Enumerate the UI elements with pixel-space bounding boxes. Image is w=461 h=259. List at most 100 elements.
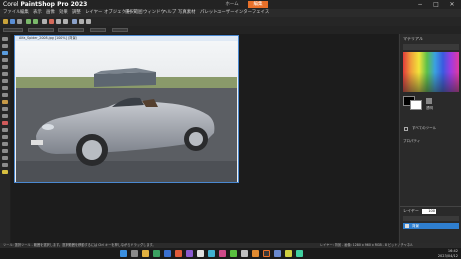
zoom-icon[interactable]	[72, 19, 77, 24]
app-icon-d[interactable]	[208, 250, 215, 257]
straighten-tool-icon[interactable]	[2, 79, 8, 83]
minimize-button[interactable]: −	[412, 0, 428, 9]
paint-brush-icon[interactable]	[2, 121, 8, 125]
open-icon[interactable]	[3, 19, 8, 24]
title-bar: Corel PaintShop Pro 2023 ホーム 編集 − □ ✕	[0, 0, 461, 9]
pen-tool-icon[interactable]	[2, 163, 8, 167]
print-icon[interactable]	[17, 19, 22, 24]
layer-row-background[interactable]: 背景	[403, 223, 459, 229]
eraser-icon[interactable]	[2, 135, 8, 139]
tool-options-bar	[0, 26, 461, 34]
close-button[interactable]: ✕	[444, 0, 460, 9]
mode-dropdown[interactable]	[58, 28, 84, 32]
car-photo	[16, 41, 237, 182]
paintshop-taskbar-icon[interactable]	[263, 250, 270, 257]
image-window[interactable]: Alfa_Spider_2008.jpg [100%] (背景)	[14, 35, 239, 183]
crop-icon[interactable]	[42, 19, 47, 24]
search-icon[interactable]	[131, 250, 138, 257]
transparent-label: 透明	[426, 106, 433, 110]
tab-home[interactable]: ホーム	[218, 1, 246, 8]
ruler-icon[interactable]	[86, 19, 91, 24]
clock-date: 2023/04/12	[437, 253, 458, 258]
app-icon-g[interactable]	[241, 250, 248, 257]
app-icon-i[interactable]	[274, 250, 281, 257]
all-tools-checkbox[interactable]	[404, 127, 408, 131]
menu-palettes[interactable]: パレット	[200, 9, 218, 17]
all-tools-label: すべてのツール	[412, 126, 437, 130]
layers-title: レイヤー	[403, 208, 419, 213]
smudge-tool-icon[interactable]	[2, 114, 8, 118]
resize-icon[interactable]	[56, 19, 61, 24]
app-brand: Corel PaintShop Pro 2023	[3, 1, 87, 8]
clone-brush-icon[interactable]	[2, 100, 8, 104]
tab-edit[interactable]: 編集	[248, 1, 268, 8]
zoom-tool-icon[interactable]	[2, 44, 8, 48]
photo-canvas[interactable]	[16, 41, 237, 182]
makeover-tool-icon[interactable]	[2, 93, 8, 97]
properties-label: プロパティ	[403, 139, 421, 143]
red-eye-tool-icon[interactable]	[2, 86, 8, 90]
app-icon-b[interactable]	[186, 250, 193, 257]
pan-tool-icon[interactable]	[2, 37, 8, 41]
background-color[interactable]	[410, 100, 422, 110]
crop-tool-icon[interactable]	[2, 72, 8, 76]
maximize-button[interactable]: □	[428, 0, 444, 9]
grid-icon[interactable]	[79, 19, 84, 24]
save-icon[interactable]	[10, 19, 15, 24]
pick-tool-icon[interactable]	[2, 58, 8, 62]
rotate-icon[interactable]	[63, 19, 68, 24]
feather-field[interactable]	[90, 28, 106, 32]
menu-user-interface[interactable]: ユーザーインターフェイス	[217, 9, 269, 17]
menu-adjust[interactable]: 調整	[72, 9, 81, 17]
edge-icon[interactable]	[153, 250, 160, 257]
selection-tool-icon[interactable]	[2, 51, 8, 55]
antialias-field[interactable]	[112, 28, 128, 32]
brand-prefix: Corel	[3, 1, 19, 8]
app-icon-e[interactable]	[219, 250, 226, 257]
airbrush-icon[interactable]	[2, 128, 8, 132]
swatch-shade	[403, 72, 459, 92]
tools-toolbar	[0, 34, 10, 244]
right-palette-panel: マテリアル 透明 すべてのツール プロパティ レイヤー 100 背景	[399, 34, 461, 244]
fill-tool-icon[interactable]	[2, 142, 8, 146]
windows-taskbar: 16:42 2023/04/12	[0, 248, 461, 259]
text-tool-icon[interactable]	[2, 149, 8, 153]
menu-edit[interactable]: 編集	[20, 9, 29, 17]
tool-preset-dropdown[interactable]	[3, 28, 23, 32]
brand-name: PaintShop Pro 2023	[20, 1, 88, 8]
menu-layers[interactable]: レイヤー	[85, 9, 102, 17]
menu-view[interactable]: 表示	[33, 9, 42, 17]
file-explorer-icon[interactable]	[142, 250, 149, 257]
warp-tool-icon[interactable]	[2, 170, 8, 174]
shape-tool-icon[interactable]	[2, 156, 8, 160]
app-icon-c[interactable]	[197, 250, 204, 257]
store-icon[interactable]	[164, 250, 171, 257]
materials-title: マテリアル	[403, 36, 423, 41]
start-icon[interactable]	[120, 250, 127, 257]
app-icon-j[interactable]	[285, 250, 292, 257]
app-icon-a[interactable]	[175, 250, 182, 257]
panel-divider	[400, 206, 461, 207]
menu-selections[interactable]: 選択範囲	[125, 9, 143, 17]
eyedropper-tool-icon[interactable]	[2, 65, 8, 69]
layers-opacity-field[interactable]: 100	[422, 209, 436, 214]
layers-toolbar[interactable]	[403, 216, 459, 221]
menu-image[interactable]: 画像	[46, 9, 55, 17]
menu-file[interactable]: ファイル	[3, 9, 21, 17]
app-icon-f[interactable]	[230, 250, 237, 257]
menu-photo-stock[interactable]: 写真素材	[178, 9, 196, 17]
smart-photo-fix-icon[interactable]	[49, 19, 54, 24]
swap-colors-icon[interactable]	[426, 98, 432, 104]
menu-effects[interactable]: 効果	[59, 9, 68, 17]
menu-window[interactable]: ウィンドウ	[143, 9, 165, 17]
clock[interactable]: 16:42 2023/04/12	[420, 249, 458, 258]
materials-tabs[interactable]	[403, 44, 459, 50]
dodge-tool-icon[interactable]	[2, 107, 8, 111]
app-icon-h[interactable]	[252, 250, 259, 257]
menu-help[interactable]: ヘルプ	[163, 9, 176, 17]
menu-bar: ファイル 編集 表示 画像 効果 調整 レイヤー オブジェクト 選択範囲 ウィン…	[0, 9, 461, 17]
selection-type-dropdown[interactable]	[28, 28, 54, 32]
app-icon-k[interactable]	[296, 250, 303, 257]
redo-icon[interactable]	[33, 19, 38, 24]
undo-icon[interactable]	[26, 19, 31, 24]
